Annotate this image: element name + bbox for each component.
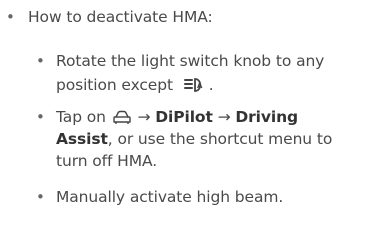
list-item-knob-line2: position except A . [56, 74, 214, 99]
list-item-knob-line1: Rotate the light switch knob to any [56, 52, 325, 70]
intro-text: How to deactivate HMA: [28, 8, 213, 26]
auto-high-beam-icon: A [183, 77, 206, 99]
list-item-manual: Manually activate high beam. [56, 188, 284, 206]
bullet-dot: • [36, 188, 45, 206]
bullet-dot: • [36, 108, 45, 126]
menu-dipilot: DiPilot [155, 108, 213, 126]
bullet-dot: • [6, 8, 15, 26]
bullet-dot: • [36, 52, 45, 70]
menu-assist: Assist [56, 130, 108, 148]
list-item-tap-line2: Assist, or use the shortcut menu to [56, 130, 333, 148]
list-item-tap-line3: turn off HMA. [56, 152, 158, 170]
svg-text:A: A [197, 82, 203, 90]
menu-driving: Driving [235, 108, 298, 126]
